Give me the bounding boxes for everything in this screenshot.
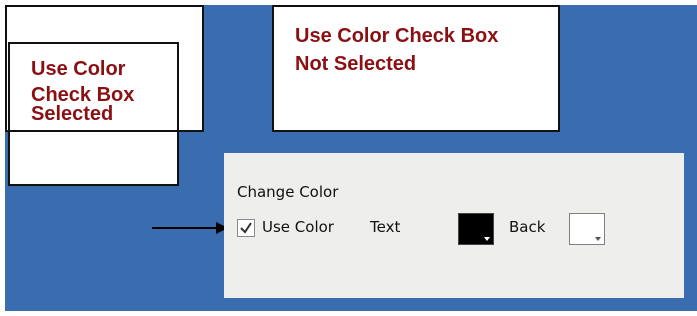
- callout-lower-box: [8, 130, 179, 186]
- callout-not-selected-line2: Not Selected: [295, 53, 417, 75]
- dropdown-arrow-icon: [595, 237, 601, 241]
- back-color-label: Back: [509, 218, 546, 236]
- checkmark-icon: [240, 222, 252, 234]
- text-color-label: Text: [370, 218, 401, 236]
- group-title: Change Color: [237, 183, 339, 201]
- callout-selected-line3: Selected: [31, 103, 114, 125]
- dropdown-arrow-icon: [484, 237, 490, 241]
- use-color-label[interactable]: Use Color: [262, 218, 334, 236]
- callout-selected-line1: Use Color: [31, 58, 126, 80]
- callout-not-selected-line1: Use Color Check Box: [295, 25, 499, 47]
- use-color-checkbox[interactable]: [237, 219, 255, 237]
- text-color-swatch[interactable]: [458, 213, 494, 245]
- pointer-arrow-icon: [152, 222, 228, 234]
- back-color-swatch[interactable]: [569, 213, 605, 245]
- change-color-panel: Change Color Use Color Text Back: [224, 153, 684, 298]
